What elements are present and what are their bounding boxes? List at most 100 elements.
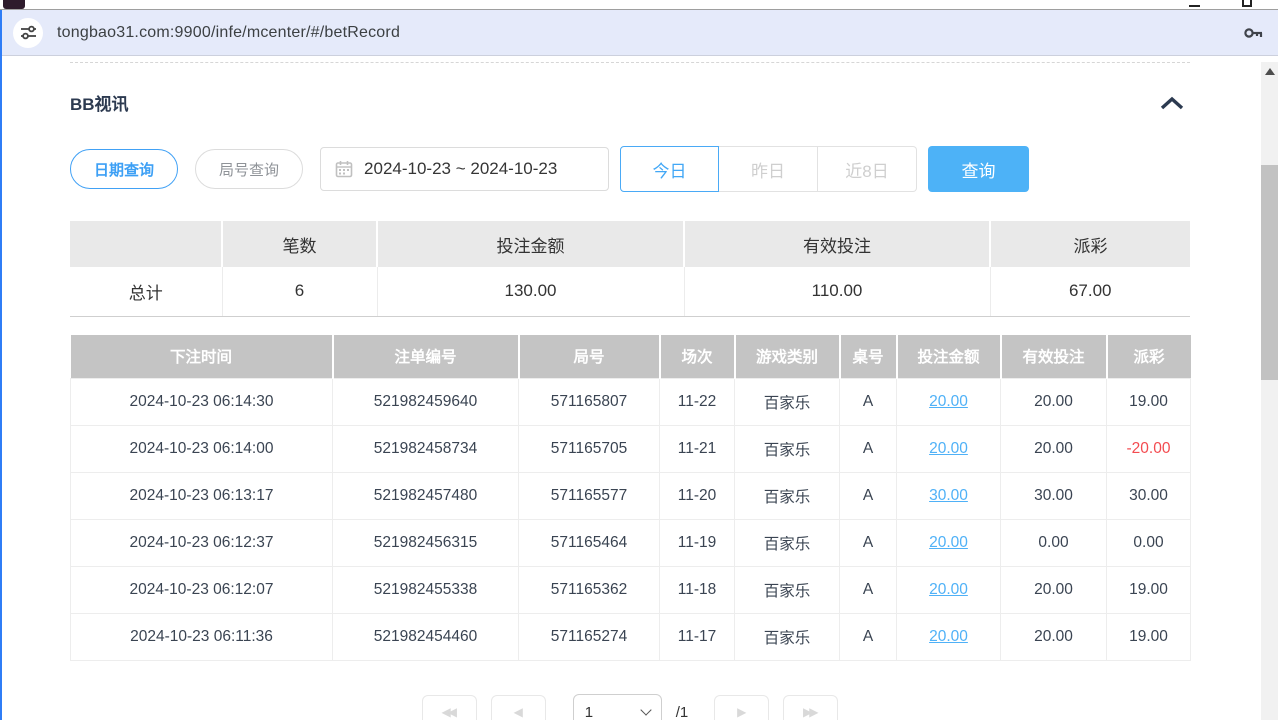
summary-header-row: 笔数 投注金额 有效投注 派彩 — [70, 221, 1190, 267]
page-select[interactable]: 1 — [573, 694, 662, 720]
search-button[interactable]: 查询 — [928, 146, 1029, 192]
cell-bet-time: 2024-10-23 06:14:30 — [71, 379, 333, 426]
url-text[interactable]: tongbao31.com:9900/infe/mcenter/#/betRec… — [57, 24, 400, 42]
cell-table-no: A — [840, 379, 897, 426]
cell-order-no: 521982457480 — [333, 473, 519, 520]
cell-valid-bet: 20.00 — [1001, 379, 1107, 426]
site-settings-icon — [20, 24, 37, 41]
cell-bet-time: 2024-10-23 06:11:36 — [71, 614, 333, 661]
filter-toolbar: 日期查询 局号查询 2024-10-23 ~ — [70, 146, 1190, 192]
cell-payout: 30.00 — [1107, 473, 1191, 520]
cell-table-no: A — [840, 614, 897, 661]
cell-session: 11-17 — [660, 614, 735, 661]
table-row: 2024-10-23 06:13:17 521982457480 5711655… — [71, 473, 1191, 520]
table-row: 2024-10-23 06:12:07 521982455338 5711653… — [71, 567, 1191, 614]
scrollbar-up-icon[interactable] — [1265, 68, 1275, 75]
minimize-button[interactable] — [1189, 5, 1200, 7]
cell-bet-time: 2024-10-23 06:12:07 — [71, 567, 333, 614]
cell-order-no: 521982455338 — [333, 567, 519, 614]
cell-valid-bet: 0.00 — [1001, 520, 1107, 567]
header-order-no: 注单编号 — [333, 335, 519, 379]
bet-amount-link[interactable]: 20.00 — [929, 393, 968, 410]
bet-amount-link[interactable]: 20.00 — [929, 440, 968, 457]
cell-order-no: 521982454460 — [333, 614, 519, 661]
cell-table-no: A — [840, 426, 897, 473]
date-range-value: 2024-10-23 ~ 2024-10-23 — [364, 159, 557, 179]
summary-payout-value: 67.00 — [990, 267, 1190, 316]
calendar-icon — [335, 160, 353, 178]
cell-game-type: 百家乐 — [735, 379, 840, 426]
summary-header-valid-bet: 有效投注 — [684, 221, 990, 267]
cell-bet-time: 2024-10-23 06:14:00 — [71, 426, 333, 473]
cell-round-no: 571165577 — [519, 473, 660, 520]
next-page-button[interactable]: ▶ — [714, 695, 769, 720]
password-manager-button[interactable] — [1241, 21, 1265, 45]
cell-game-type: 百家乐 — [735, 473, 840, 520]
summary-header-blank — [70, 221, 222, 267]
cell-session: 11-21 — [660, 426, 735, 473]
cell-payout: 19.00 — [1107, 614, 1191, 661]
quick-range-today[interactable]: 今日 — [620, 146, 719, 192]
next-page-icon: ▶ — [737, 705, 743, 719]
summary-header-bet-amount: 投注金额 — [377, 221, 684, 267]
prev-page-button[interactable]: ◀ — [491, 695, 546, 720]
cell-order-no: 521982456315 — [333, 520, 519, 567]
bet-amount-link[interactable]: 20.00 — [929, 534, 968, 551]
cell-valid-bet: 20.00 — [1001, 426, 1107, 473]
header-bet-time: 下注时间 — [71, 335, 333, 379]
chevron-down-icon — [640, 704, 651, 715]
cell-payout: 19.00 — [1107, 379, 1191, 426]
cell-table-no: A — [840, 520, 897, 567]
site-settings-button[interactable] — [13, 18, 43, 48]
cell-game-type: 百家乐 — [735, 520, 840, 567]
round-query-tab[interactable]: 局号查询 — [195, 149, 303, 189]
summary-count-value: 6 — [222, 267, 377, 316]
scrollbar-thumb[interactable] — [1261, 165, 1278, 380]
header-table-no: 桌号 — [840, 335, 897, 379]
browser-titlebar — [0, 0, 1278, 10]
bet-amount-link[interactable]: 30.00 — [929, 487, 968, 504]
header-session: 场次 — [660, 335, 735, 379]
bet-amount-link[interactable]: 20.00 — [929, 581, 968, 598]
cell-payout: 19.00 — [1107, 567, 1191, 614]
quick-range-last8days[interactable]: 近8日 — [818, 146, 917, 192]
window-focus-edge — [0, 10, 2, 720]
cell-session: 11-18 — [660, 567, 735, 614]
cell-valid-bet: 20.00 — [1001, 567, 1107, 614]
header-game-type: 游戏类别 — [735, 335, 840, 379]
header-valid-bet: 有效投注 — [1001, 335, 1107, 379]
cell-order-no: 521982458734 — [333, 426, 519, 473]
pagination: ◀◀ ◀ 1 /1 ▶ ▶▶ — [70, 694, 1190, 720]
first-page-button[interactable]: ◀◀ — [422, 695, 477, 720]
cell-game-type: 百家乐 — [735, 614, 840, 661]
page-scrollbar[interactable] — [1261, 62, 1278, 720]
bet-record-page: BB视讯 日期查询 局号查询 — [0, 62, 1278, 720]
table-row: 2024-10-23 06:12:37 521982456315 5711654… — [71, 520, 1191, 567]
summary-total-row: 总计 6 130.00 110.00 67.00 — [70, 267, 1190, 316]
cell-order-no: 521982459640 — [333, 379, 519, 426]
page-total-label: /1 — [676, 704, 689, 720]
cell-payout: 0.00 — [1107, 520, 1191, 567]
header-payout: 派彩 — [1107, 335, 1191, 379]
bet-amount-link[interactable]: 20.00 — [929, 628, 968, 645]
date-range-input[interactable]: 2024-10-23 ~ 2024-10-23 — [320, 147, 609, 191]
cell-table-no: A — [840, 473, 897, 520]
collapse-panel-button[interactable] — [1160, 96, 1184, 110]
page-title: BB视讯 — [70, 90, 129, 115]
last-page-button[interactable]: ▶▶ — [783, 695, 838, 720]
cell-bet-time: 2024-10-23 06:12:37 — [71, 520, 333, 567]
cell-valid-bet: 30.00 — [1001, 473, 1107, 520]
table-row: 2024-10-23 06:11:36 521982454460 5711652… — [71, 614, 1191, 661]
browser-address-bar[interactable]: tongbao31.com:9900/infe/mcenter/#/betRec… — [0, 10, 1278, 56]
quick-range-yesterday[interactable]: 昨日 — [719, 146, 818, 192]
summary-header-count: 笔数 — [222, 221, 377, 267]
table-row: 2024-10-23 06:14:30 521982459640 5711658… — [71, 379, 1191, 426]
table-header-row: 下注时间 注单编号 局号 场次 游戏类别 桌号 投注金额 有效投注 派彩 — [71, 335, 1191, 379]
cell-valid-bet: 20.00 — [1001, 614, 1107, 661]
cell-round-no: 571165274 — [519, 614, 660, 661]
date-query-tab[interactable]: 日期查询 — [70, 149, 178, 189]
key-icon — [1241, 21, 1265, 45]
table-row: 2024-10-23 06:14:00 521982458734 5711657… — [71, 426, 1191, 473]
maximize-button[interactable] — [1242, 0, 1252, 7]
summary-total-label: 总计 — [70, 267, 222, 316]
